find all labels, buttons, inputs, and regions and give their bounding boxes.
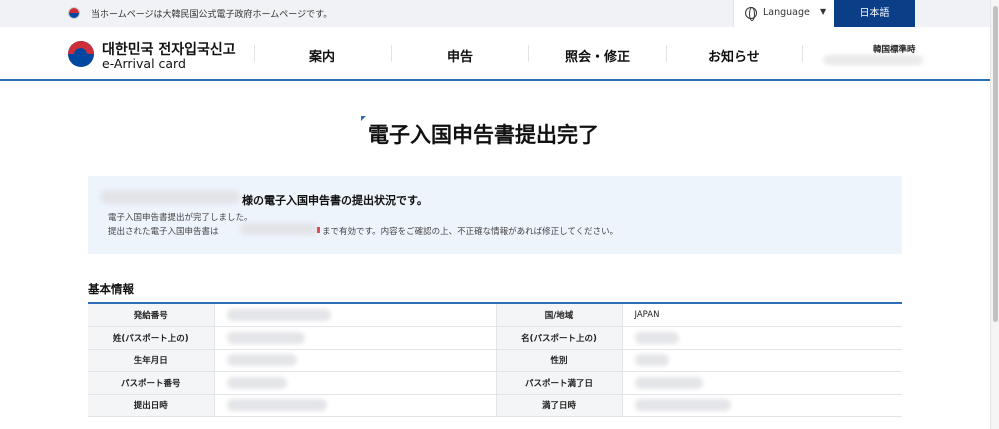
given-name-value (622, 326, 902, 350)
applicant-name-redacted (100, 190, 240, 204)
status-validity-suffix: まで有効です。内容をご確認の上、不正確な情報があれば修正してください。 (322, 227, 619, 237)
birth-date-value (214, 349, 496, 372)
expires-at-label: 満了日時 (495, 394, 623, 417)
sex-value (622, 349, 902, 372)
basic-info-title: 基本情報 (88, 282, 134, 296)
korea-flag-icon (68, 7, 80, 19)
redaction-edge (317, 227, 320, 233)
header-accent-line (0, 79, 990, 81)
top-notice-bar: 当ホームページは大韓民国公式電子政府ホームページです。 Language ▼ 日… (0, 0, 990, 27)
japanese-language-button[interactable]: 日本語 (834, 0, 915, 27)
expires-at-value (622, 394, 902, 417)
issue-number-label: 発給番号 (88, 304, 215, 327)
nav-declaration[interactable]: 申告 (447, 46, 473, 65)
nav-divider (666, 45, 667, 62)
korea-time-label: 韓国標準時 (873, 45, 916, 55)
passport-number-value (214, 371, 496, 395)
status-complete-text: 電子入国申告書提出が完了しました。 (108, 213, 253, 223)
basic-info-table: 発給番号 国/地域 JAPAN 姓(パスポート上の) 名(パスポート上の) 生年… (88, 304, 902, 417)
nav-divider (528, 45, 529, 62)
passport-number-label: パスポート番号 (88, 371, 215, 395)
brand-title-english[interactable]: e-Arrival card (102, 56, 186, 71)
table-row: 姓(パスポート上の) 名(パスポート上の) (88, 326, 902, 350)
table-row: 生年月日 性別 (88, 349, 902, 372)
issue-number-value (214, 304, 496, 327)
country-value: JAPAN (622, 304, 902, 327)
language-selector[interactable]: Language ▼ (733, 0, 834, 27)
submitted-at-label: 提出日時 (88, 394, 215, 417)
table-row: パスポート番号 パスポート満了日 (88, 371, 902, 395)
language-label: Language (763, 7, 810, 18)
surname-label: 姓(パスポート上の) (88, 326, 215, 350)
given-name-label: 名(パスポート上の) (495, 326, 623, 350)
nav-divider (254, 45, 255, 62)
globe-icon (745, 7, 757, 21)
birth-date-label: 生年月日 (88, 349, 215, 372)
scrollbar-thumb[interactable] (993, 6, 998, 322)
page-scrollbar[interactable] (990, 0, 999, 429)
nav-divider (802, 45, 803, 62)
table-row: 提出日時 満了日時 (88, 394, 902, 417)
sex-label: 性別 (495, 349, 623, 372)
korea-time-value-redacted (823, 55, 923, 65)
nav-divider (391, 45, 392, 62)
surname-value (214, 326, 496, 350)
passport-expiry-value (622, 371, 902, 395)
title-accent-mark (361, 116, 366, 121)
nav-inquiry-edit[interactable]: 照会・修正 (565, 46, 630, 65)
passport-expiry-label: パスポート満了日 (495, 371, 623, 395)
status-headline: 様の電子入国申告書の提出状況です。 (242, 194, 428, 207)
taegeuk-emblem-icon[interactable] (68, 41, 94, 67)
gov-notice-text: 当ホームページは大韓民国公式電子政府ホームページです。 (91, 10, 333, 20)
nav-notices[interactable]: お知らせ (708, 46, 760, 65)
validity-date-redacted (240, 223, 318, 235)
site-header: 대한민국 전자입국신고 e-Arrival card 案内 申告 照会・修正 お… (0, 27, 990, 81)
submitted-at-value (214, 394, 496, 417)
caret-down-icon: ▼ (820, 7, 827, 16)
table-row: 発給番号 国/地域 JAPAN (88, 304, 902, 327)
country-label: 国/地域 (495, 304, 623, 327)
status-validity-prefix: 提出された電子入国申告書は (108, 227, 219, 237)
page-title: 電子入国申告書提出完了 (368, 123, 599, 147)
nav-guide[interactable]: 案内 (309, 46, 335, 65)
